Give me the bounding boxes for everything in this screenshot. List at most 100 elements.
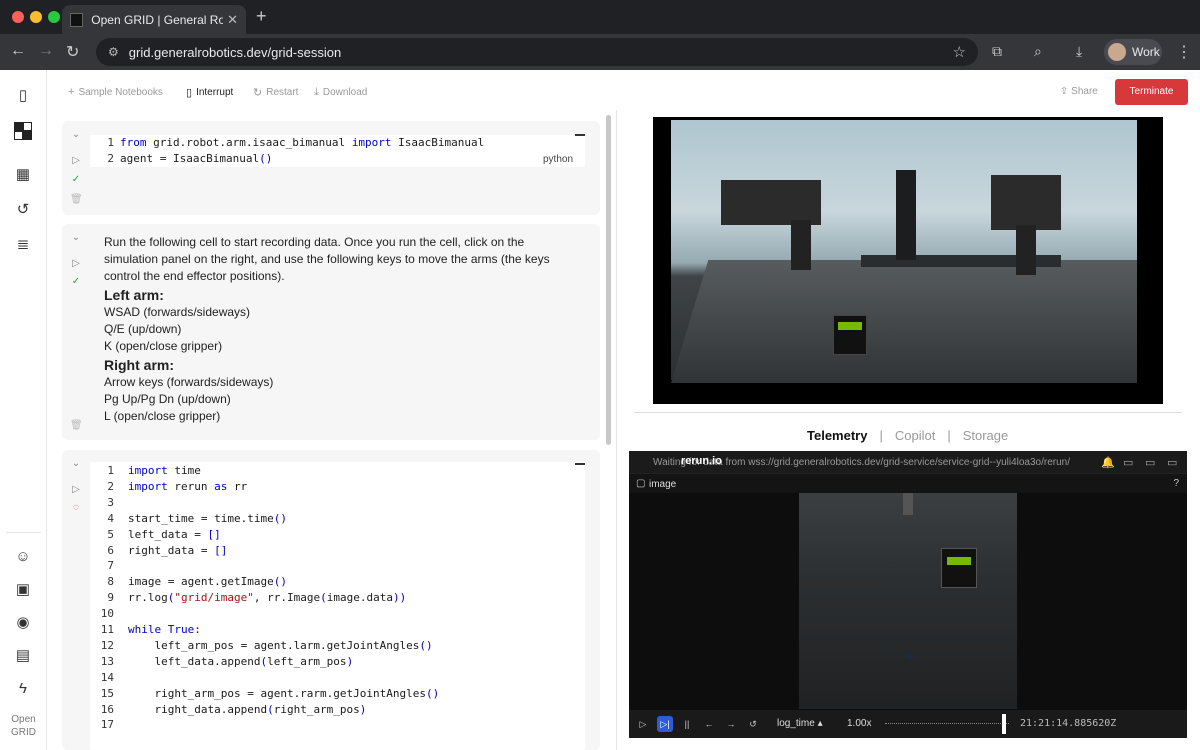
bookmark-star-icon[interactable]: ☆ (953, 43, 966, 61)
tab-search-icon[interactable]: ⌕ (1034, 43, 1042, 60)
code-editor[interactable]: 1 from grid.robot.arm.isaac_bimanual impo… (90, 135, 585, 167)
run-cell-icon[interactable]: ▷ (70, 258, 82, 269)
tab-separator: | (947, 428, 951, 443)
panel-divider[interactable] (616, 110, 617, 750)
new-tab-icon[interactable]: + (256, 6, 267, 27)
simulation-viewport[interactable] (653, 117, 1163, 404)
play-icon[interactable]: ▷ (635, 716, 651, 732)
interrupt-label: Interrupt (196, 87, 234, 98)
brand-line2: GRID (11, 727, 36, 738)
code-line: right_data = [] (128, 543, 228, 557)
markdown-cell[interactable]: ⌄ ▷ ✓ 🗑 Run the following cell to start … (62, 224, 600, 440)
panel-separator (634, 412, 1182, 413)
extensions-icon[interactable]: ⧉ (992, 43, 1002, 60)
code-line: rr.log("grid/image", rr.Image(image.data… (128, 591, 407, 605)
profile-button[interactable]: Work (1104, 39, 1162, 65)
history-icon[interactable]: ↺ (14, 201, 32, 219)
step-back-icon[interactable]: ← (701, 716, 717, 732)
markdown-content: Run the following cell to start recordin… (104, 234, 574, 425)
pause-icon[interactable]: || (679, 716, 695, 732)
sim-left-arm (721, 180, 821, 225)
timeline-track[interactable] (885, 723, 1009, 725)
share-label: Share (1071, 86, 1098, 97)
line-number: 12 (100, 638, 114, 652)
left-panel-toggle-icon[interactable]: ▭ (1123, 456, 1133, 469)
line-number: 1 (107, 464, 114, 477)
terminate-button[interactable]: Terminate (1115, 79, 1188, 105)
reload-icon[interactable]: ↻ (66, 42, 79, 62)
user-icon[interactable]: ☺ (14, 548, 32, 566)
sidebar-toggle-icon[interactable]: ▯ (14, 87, 32, 105)
line-number: 14 (100, 670, 114, 684)
restart-button[interactable]: ↻ Restart (253, 86, 298, 99)
tab-copilot[interactable]: Copilot (895, 428, 935, 443)
sample-notebooks-button[interactable]: + Sample Notebooks (68, 86, 163, 98)
browser-menu-icon[interactable]: ⋮ (1176, 42, 1192, 62)
bottom-panel-toggle-icon[interactable]: ▭ (1145, 456, 1155, 469)
profile-label: Work (1132, 45, 1160, 59)
loop-icon[interactable]: ↺ (745, 716, 761, 732)
apps-grid-icon[interactable]: ▦ (14, 166, 32, 184)
chevron-down-icon[interactable]: ⌄ (70, 458, 82, 469)
window-close-button[interactable] (12, 11, 24, 23)
rerun-viewer[interactable]: Waiting for data from wss://grid.general… (629, 451, 1187, 738)
notifications-icon[interactable]: 🔔 (1101, 456, 1115, 469)
code-line: start_time = time.time() (128, 511, 287, 525)
delete-cell-icon[interactable]: 🗑 (70, 194, 83, 205)
chevron-down-icon[interactable]: ⌄ (70, 129, 82, 140)
code-line: left_data.append(left_arm_pos) (128, 654, 354, 668)
tab-separator: | (879, 428, 883, 443)
back-icon[interactable]: ← (10, 42, 26, 60)
window-minimize-button[interactable] (30, 11, 42, 23)
browser-tab[interactable]: Open GRID | General Robotics ✕ (62, 5, 246, 34)
right-panel-toggle-icon[interactable]: ▭ (1167, 456, 1177, 469)
site-settings-icon[interactable]: ⚙ (108, 45, 119, 59)
lightning-icon[interactable]: ϟ (14, 680, 32, 698)
sim-right-arm (991, 175, 1061, 230)
tab-telemetry[interactable]: Telemetry (807, 428, 867, 443)
code-line: right_data.append(right_arm_pos) (128, 702, 367, 716)
discord-icon[interactable]: ▣ (14, 581, 32, 599)
grid-logo-icon[interactable] (14, 122, 32, 140)
interrupt-button[interactable]: ▯ Interrupt (186, 86, 233, 99)
code-cell-1[interactable]: ⌄ ▷ ✓ 🗑 1 from grid.robot.arm.isaac_biman… (62, 121, 600, 215)
avatar (1108, 43, 1126, 61)
help-icon[interactable]: ? (1173, 478, 1179, 489)
github-icon[interactable]: ◉ (14, 614, 32, 632)
code-line: right_arm_pos = agent.rarm.getJointAngle… (128, 686, 440, 700)
left-arm-item: K (open/close gripper) (104, 339, 223, 353)
docs-icon[interactable]: ▤ (14, 647, 32, 665)
step-forward-icon[interactable]: → (723, 716, 739, 732)
line-number: 8 (107, 575, 114, 589)
collapse-output-icon[interactable] (575, 134, 585, 136)
address-bar[interactable]: ⚙ grid.generalrobotics.dev/grid-session … (96, 38, 978, 66)
tab-close-icon[interactable]: ✕ (227, 12, 238, 28)
sidebar-divider (6, 532, 41, 533)
collapse-output-icon[interactable] (575, 463, 585, 465)
simulation-scene (671, 120, 1137, 383)
database-icon[interactable]: ≣ (14, 236, 32, 254)
code-cell-3[interactable]: ⌄ ▷ ◌ 1 import time 2 import rerun as rr 3 4 s… (62, 450, 600, 750)
code-editor[interactable]: 1 import time 2 import rerun as rr 3 4 start_t… (90, 462, 585, 750)
download-icon[interactable]: ⤓ (1076, 43, 1082, 60)
window-zoom-button[interactable] (48, 11, 60, 23)
chevron-down-icon[interactable]: ⌄ (70, 232, 82, 243)
forward-icon[interactable]: → (38, 42, 54, 60)
sim-table (671, 260, 1137, 383)
playback-speed[interactable]: 1.00x (847, 718, 871, 729)
line-number: 6 (107, 543, 114, 557)
timeline-selector[interactable]: log_time ▴ (777, 718, 823, 729)
line-number: 4 (107, 511, 114, 525)
line-number: 15 (100, 686, 114, 700)
tab-storage[interactable]: Storage (963, 428, 1009, 443)
download-button[interactable]: ⤓ Download (314, 86, 367, 99)
timeline-playhead[interactable] (1002, 714, 1006, 734)
notebook-scrollbar[interactable] (606, 115, 611, 445)
delete-cell-icon[interactable]: 🗑 (70, 420, 83, 431)
follow-icon[interactable]: ▷| (657, 716, 673, 732)
run-cell-icon[interactable]: ▷ (70, 155, 82, 166)
nvidia-logo-icon (947, 557, 971, 565)
share-button[interactable]: ⇪ Share (1060, 86, 1098, 97)
run-cell-icon[interactable]: ▷ (70, 484, 82, 495)
rerun-image-view[interactable] (799, 493, 1017, 709)
